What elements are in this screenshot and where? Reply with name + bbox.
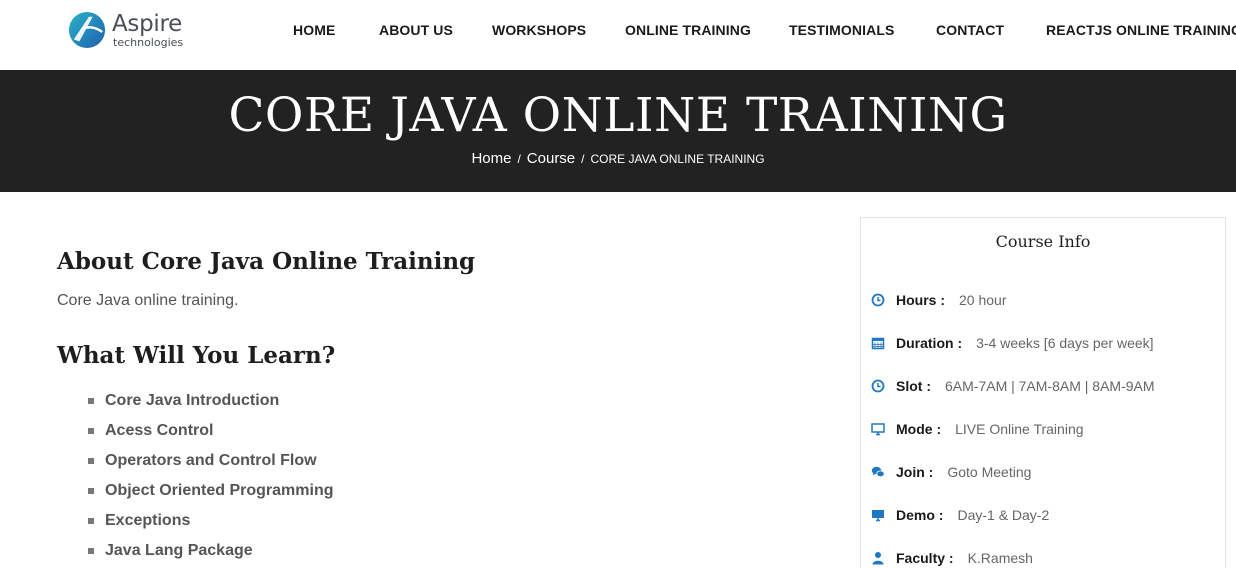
main-nav: HOME ABOUT US WORKSHOPS ONLINE TRAINING … <box>0 22 1236 42</box>
site-header: Aspire technologies HOME ABOUT US WORKSH… <box>0 0 1236 70</box>
nav-home[interactable]: HOME <box>293 22 335 38</box>
info-label: Mode : <box>896 421 942 437</box>
about-heading: About Core Java Online Training <box>57 248 476 275</box>
course-info-title: Course Info <box>995 232 1091 251</box>
breadcrumb-course[interactable]: Course <box>527 150 575 167</box>
info-row-mode: Mode : LIVE Online Training <box>871 419 1084 439</box>
list-item: Acess Control <box>88 416 333 446</box>
info-value: Day-1 & Day-2 <box>957 507 1050 523</box>
list-item: Core Java Introduction <box>88 386 333 416</box>
breadcrumb-separator: / <box>517 152 521 166</box>
nav-testimonials[interactable]: TESTIMONIALS <box>789 22 894 38</box>
info-value: 6AM-7AM | 7AM-8AM | 8AM-9AM <box>945 378 1155 394</box>
list-item-label: Java Lang Package <box>105 542 253 559</box>
list-item-label: Object Oriented Programming <box>105 482 334 499</box>
breadcrumb-home[interactable]: Home <box>471 150 511 167</box>
nav-contact[interactable]: CONTACT <box>936 22 1004 38</box>
bullet-icon <box>88 518 94 524</box>
list-item-label: Exceptions <box>105 512 191 529</box>
info-row-demo: Demo : Day-1 & Day-2 <box>871 505 1049 525</box>
list-item-label: Acess Control <box>105 422 214 439</box>
about-text: Core Java online training. <box>57 292 239 309</box>
clock-icon <box>871 293 885 307</box>
info-label: Faculty : <box>896 550 954 566</box>
info-value: 3-4 weeks [6 days per week] <box>976 335 1154 351</box>
clock-icon <box>871 379 885 393</box>
calendar-icon <box>871 337 885 350</box>
list-item-label: Operators and Control Flow <box>105 452 317 469</box>
bullet-icon <box>88 458 94 464</box>
info-row-hours: Hours : 20 hour <box>871 290 1006 310</box>
info-label: Join : <box>896 464 934 480</box>
bullet-icon <box>88 398 94 404</box>
learn-list: Core Java Introduction Acess Control Ope… <box>88 386 333 566</box>
info-row-duration: Duration : 3-4 weeks [6 days per week] <box>871 333 1154 353</box>
page-title: CORE JAVA ONLINE TRAINING <box>228 88 1008 143</box>
bullet-icon <box>88 488 94 494</box>
info-value: LIVE Online Training <box>955 421 1084 437</box>
bullet-icon <box>88 428 94 434</box>
learn-heading: What Will You Learn? <box>57 342 336 369</box>
breadcrumb-current: CORE JAVA ONLINE TRAINING <box>590 152 765 166</box>
bullet-icon <box>88 548 94 554</box>
nav-online-training[interactable]: ONLINE TRAINING <box>625 22 751 38</box>
info-label: Duration : <box>896 335 963 351</box>
info-row-join: Join : Goto Meeting <box>871 462 1031 482</box>
info-row-slot: Slot : 6AM-7AM | 7AM-8AM | 8AM-9AM <box>871 376 1155 396</box>
breadcrumb-separator: / <box>581 152 585 166</box>
page-banner: CORE JAVA ONLINE TRAINING Home / Course / CO… <box>0 70 1236 192</box>
list-item: Operators and Control Flow <box>88 446 333 476</box>
info-value: Goto Meeting <box>947 464 1032 480</box>
list-item: Java Lang Package <box>88 536 333 566</box>
monitor-icon <box>872 510 884 522</box>
chat-icon <box>871 466 885 478</box>
nav-reactjs-online-training[interactable]: REACTJS ONLINE TRAINING <box>1046 22 1236 38</box>
monitor-icon <box>871 423 885 436</box>
info-value: K.Ramesh <box>967 550 1033 566</box>
info-label: Hours : <box>896 292 945 308</box>
nav-workshops[interactable]: WORKSHOPS <box>492 22 586 38</box>
breadcrumb: Home / Course / CORE JAVA ONLINE TRAINING <box>0 150 1236 168</box>
course-info-panel: Course Info Hours : 20 hour Duration : 3… <box>860 217 1226 568</box>
info-label: Slot : <box>896 378 931 394</box>
list-item-label: Core Java Introduction <box>105 392 280 409</box>
info-label: Demo : <box>896 507 944 523</box>
info-value: 20 hour <box>959 292 1007 308</box>
nav-about-us[interactable]: ABOUT US <box>379 22 453 38</box>
user-icon <box>872 552 884 565</box>
list-item: Exceptions <box>88 506 333 536</box>
info-row-faculty: Faculty : K.Ramesh <box>871 548 1033 568</box>
list-item: Object Oriented Programming <box>88 476 333 506</box>
